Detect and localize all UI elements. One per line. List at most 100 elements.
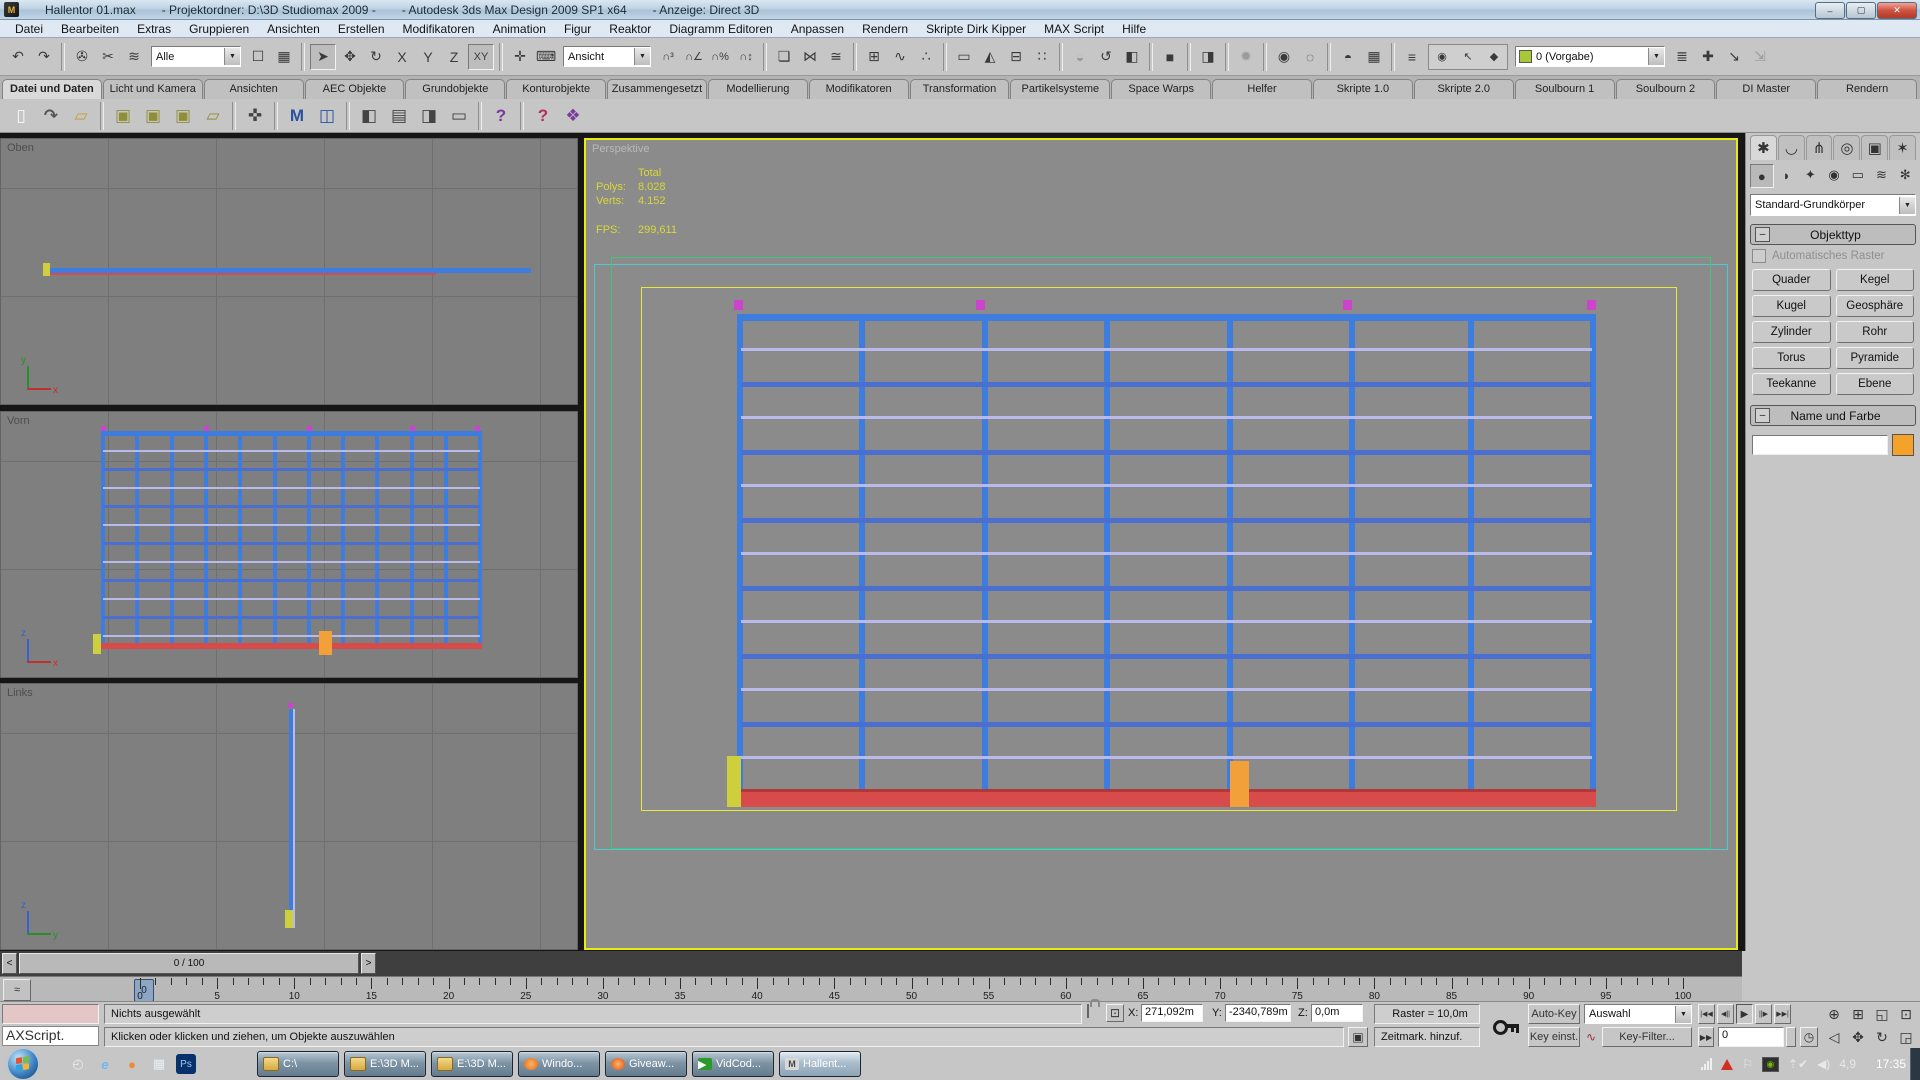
- new-scene-icon[interactable]: ▯: [8, 103, 34, 129]
- chevron-down-icon[interactable]: ▼: [634, 48, 650, 65]
- material-sample-icon[interactable]: ◌: [1298, 45, 1322, 69]
- taskbar-clock[interactable]: 17:35: [1876, 1048, 1906, 1080]
- menu-diagramm-editoren[interactable]: Diagramm Editoren: [660, 22, 781, 36]
- primitive-button-zylinder[interactable]: Zylinder: [1752, 321, 1831, 343]
- key-filter-button[interactable]: Key-Filter...: [1602, 1027, 1692, 1047]
- object-name-input[interactable]: [1752, 435, 1888, 455]
- time-slider-button[interactable]: 0 / 100: [19, 953, 359, 974]
- add-to-layer-icon[interactable]: ✚: [1696, 45, 1720, 69]
- graphics-tray-icon[interactable]: [1721, 1058, 1734, 1070]
- primitive-button-quader[interactable]: Quader: [1752, 269, 1831, 291]
- frame-spinner[interactable]: [1786, 1027, 1796, 1047]
- menu-gruppieren[interactable]: Gruppieren: [180, 22, 258, 36]
- maximize-button[interactable]: ▢: [1846, 2, 1876, 19]
- menu-hilfe[interactable]: Hilfe: [1113, 22, 1155, 36]
- volume-icon[interactable]: ◀): [1817, 1057, 1830, 1071]
- align-icon[interactable]: ≅: [824, 45, 848, 69]
- lights-icon[interactable]: ✦: [1799, 164, 1821, 186]
- measure-distance-icon[interactable]: ▭: [952, 45, 976, 69]
- snapshot-icon[interactable]: ∷: [1030, 45, 1054, 69]
- tutorials-icon[interactable]: ❖: [560, 103, 586, 129]
- modify-tab[interactable]: ◡: [1777, 135, 1805, 160]
- rollout-objekttyp[interactable]: – Objekttyp: [1750, 224, 1916, 245]
- minimize-button[interactable]: –: [1815, 2, 1845, 19]
- material-editor-icon[interactable]: ◉: [1272, 45, 1296, 69]
- undo-icon[interactable]: ↶: [6, 45, 30, 69]
- tab-zusammengesetzt[interactable]: Zusammengesetzt: [607, 79, 707, 99]
- taskbar-button-1[interactable]: E:\3D M...: [344, 1051, 426, 1077]
- network-signal-icon[interactable]: [1701, 1058, 1713, 1070]
- current-frame-field[interactable]: 0: [1718, 1027, 1784, 1047]
- layers-stack-icon[interactable]: ≡: [1400, 45, 1424, 69]
- tab-skripte-2-0[interactable]: Skripte 2.0: [1413, 79, 1514, 99]
- tab-space-warps[interactable]: Space Warps: [1111, 79, 1212, 99]
- layer-window-icon[interactable]: ◧: [1120, 45, 1144, 69]
- maximize-viewport-icon[interactable]: ◲: [1896, 1027, 1916, 1047]
- save-incremental-icon[interactable]: ▣: [170, 103, 196, 129]
- redo-icon[interactable]: ↷: [32, 45, 56, 69]
- taskbar-button-2[interactable]: E:\3D M...: [431, 1051, 513, 1077]
- merge-file-icon[interactable]: ◧: [356, 103, 382, 129]
- next-frame-button[interactable]: >: [361, 953, 376, 974]
- flag-action-center-icon[interactable]: ⚐: [1742, 1057, 1753, 1071]
- tab-konturobjekte[interactable]: Konturobjekte: [506, 79, 607, 99]
- time-configuration-icon[interactable]: ◷: [1800, 1027, 1818, 1047]
- viewport-perspective-label[interactable]: Perspektive: [592, 143, 649, 155]
- tab-skripte-1-0[interactable]: Skripte 1.0: [1312, 79, 1413, 99]
- window-crossing-icon[interactable]: ▦: [272, 45, 296, 69]
- absolute-relative-toggle-icon[interactable]: ⊡: [1106, 1004, 1124, 1022]
- select-and-move-icon[interactable]: ✥: [338, 45, 362, 69]
- mirror-geometry-icon[interactable]: ◭: [978, 45, 1002, 69]
- y-coordinate-field[interactable]: -2340,789m: [1225, 1004, 1291, 1022]
- tab-rendern[interactable]: Rendern: [1817, 79, 1918, 99]
- menu-skripte-dirk-kipper[interactable]: Skripte Dirk Kipper: [917, 22, 1035, 36]
- tab-grundobjekte[interactable]: Grundobjekte: [405, 79, 506, 99]
- isolate-cube-icon[interactable]: ▣: [1348, 1027, 1368, 1047]
- reference-coordinate-dropdown[interactable]: Ansicht ▼: [563, 46, 651, 67]
- spinner-snap-icon[interactable]: ∩↕: [734, 45, 758, 69]
- go-to-start-icon[interactable]: |◀◀: [1698, 1004, 1715, 1024]
- rectangular-selection-region-icon[interactable]: ☐: [246, 45, 270, 69]
- selection-filter-dropdown[interactable]: Alle ▼: [151, 46, 241, 67]
- pick-layer-icon[interactable]: ⇲: [1748, 45, 1772, 69]
- menu-anpassen[interactable]: Anpassen: [782, 22, 853, 36]
- merge-animation-icon[interactable]: ▤: [386, 103, 412, 129]
- save-as-icon[interactable]: ▣: [140, 103, 166, 129]
- edit-named-selections-icon[interactable]: ❏: [772, 45, 796, 69]
- collapse-icon[interactable]: –: [1755, 227, 1770, 242]
- menu-modifikatoren[interactable]: Modifikatoren: [394, 22, 484, 36]
- render-teapot-icon[interactable]: ◆: [1482, 45, 1506, 69]
- show-desktop-button[interactable]: [1910, 1048, 1920, 1080]
- render-scene-dialog-icon[interactable]: ■: [1158, 45, 1182, 69]
- viewport-top-label[interactable]: Oben: [7, 142, 34, 154]
- layer-manager-icon[interactable]: ⊞: [862, 45, 886, 69]
- render-setup-icon[interactable]: ✹: [1234, 45, 1258, 69]
- menu-rendern[interactable]: Rendern: [853, 22, 917, 36]
- firefox-icon[interactable]: ●: [122, 1054, 142, 1074]
- category-dropdown[interactable]: Standard-Grundkörper ▼: [1750, 194, 1916, 216]
- select-and-link-icon[interactable]: ✇: [70, 45, 94, 69]
- chevron-down-icon[interactable]: ▼: [1899, 196, 1915, 214]
- default-in-out-tangent-icon[interactable]: ∿: [1584, 1027, 1598, 1047]
- taskbar-button-6[interactable]: M Hallent...: [779, 1051, 861, 1077]
- viewport-top[interactable]: Oben yx: [0, 138, 578, 405]
- curve-editor-icon[interactable]: ∿: [888, 45, 912, 69]
- primitive-button-kugel[interactable]: Kugel: [1752, 295, 1831, 317]
- previous-key-icon[interactable]: ◀||: [1717, 1004, 1734, 1024]
- taskbar-button-3[interactable]: Windo...: [518, 1051, 600, 1077]
- menu-datei[interactable]: Datei: [6, 22, 52, 36]
- spacewarps-icon[interactable]: ≋: [1871, 164, 1893, 186]
- mini-curve-editor-icon[interactable]: ≈: [3, 979, 31, 1001]
- viewport-left[interactable]: Links zy: [0, 683, 578, 950]
- primitive-button-teekanne[interactable]: Teekanne: [1752, 373, 1831, 395]
- select-object-icon[interactable]: ➤: [310, 43, 336, 70]
- material-editor-window-icon[interactable]: ◨: [1196, 45, 1220, 69]
- viewport-front[interactable]: Vorn zx: [0, 411, 578, 678]
- play-button[interactable]: ▶: [1736, 1004, 1753, 1024]
- object-color-swatch[interactable]: [1892, 434, 1914, 456]
- menu-ansichten[interactable]: Ansichten: [258, 22, 329, 36]
- bind-to-space-warp-icon[interactable]: ≋: [122, 45, 146, 69]
- hierarchy-tab[interactable]: ⋔: [1805, 135, 1833, 160]
- keyboard-shortcut-override-icon[interactable]: ⌨: [534, 45, 558, 69]
- viewport-left-label[interactable]: Links: [7, 687, 33, 699]
